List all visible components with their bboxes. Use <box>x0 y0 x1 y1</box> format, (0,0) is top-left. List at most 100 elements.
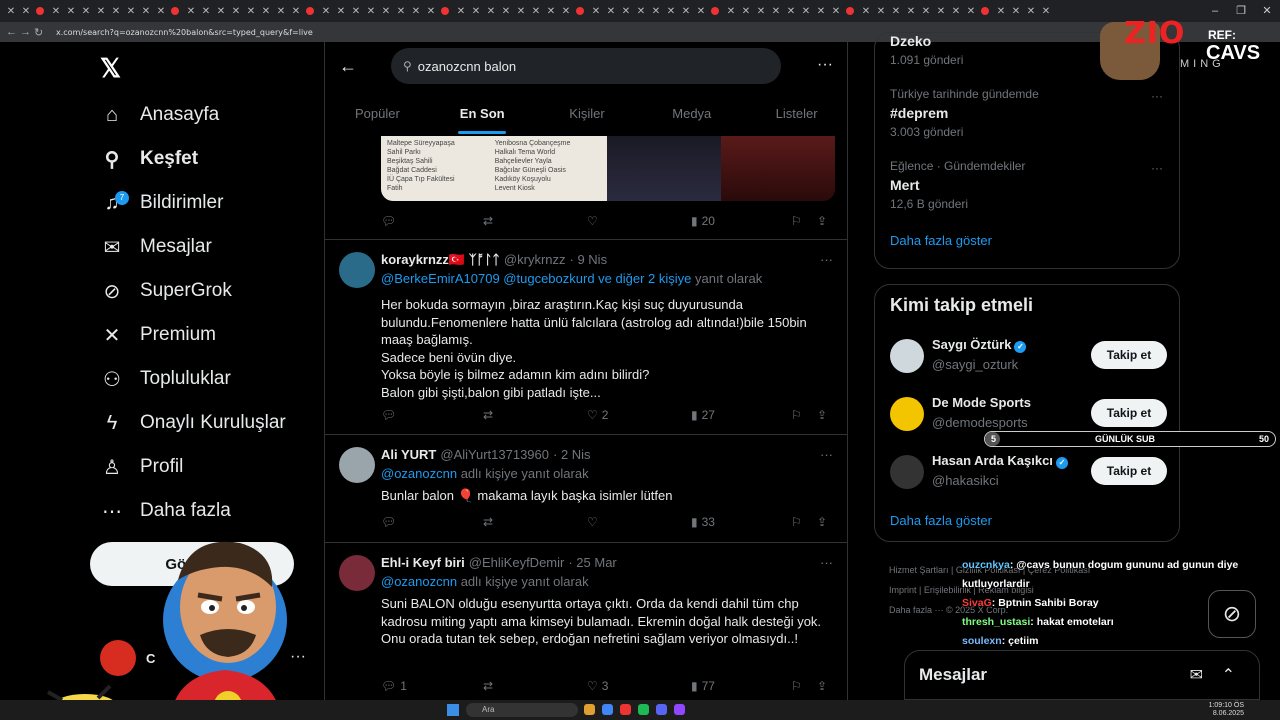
browser-tab[interactable]: ✕ <box>604 4 618 18</box>
browser-tab[interactable]: ✕ <box>874 4 888 18</box>
browser-tab[interactable] <box>709 4 723 18</box>
share-icon[interactable]: ⇪ <box>817 679 827 693</box>
follow-suggestion[interactable]: Saygı Öztürk ✓ @saygi_ozturk Takip et <box>890 337 1170 377</box>
browser-tab[interactable]: ✕ <box>259 4 273 18</box>
browser-tab[interactable]: ✕ <box>379 4 393 18</box>
follow-button[interactable]: Takip et <box>1091 457 1167 485</box>
search-input[interactable]: ⚲ ozanozcnn balon <box>391 48 781 84</box>
tweet-media[interactable]: Maltepe Süreyyapaşa Sahil Parkı Beşiktaş S… <box>381 136 835 201</box>
tweet[interactable]: koraykrnzz🇹🇷 ᛉᚩᛚᛏ @krykrnzz · 9 Nis ··· @Ber… <box>325 240 847 435</box>
tab-popüler[interactable]: Popüler <box>325 94 430 134</box>
author-handle[interactable]: @EhliKeyfDemir <box>469 555 565 570</box>
url-text[interactable]: x.com/search?q=ozanozcnn%20balon&src=typ… <box>56 28 313 37</box>
author-name[interactable]: Ehl-i Keyf biri <box>381 555 465 570</box>
sidebar-item-bildirimler[interactable]: ♫ 7 Bildirimler <box>100 183 223 223</box>
reply-icon[interactable]: 💬︎ <box>381 408 396 422</box>
sidebar-item-topluluklar[interactable]: ⚇ Topluluklar <box>100 359 231 399</box>
reply-icon[interactable]: 💬︎ <box>381 214 396 228</box>
views-icon[interactable]: ▮ 33 <box>691 515 715 529</box>
browser-tab[interactable]: ✕ <box>364 4 378 18</box>
browser-tab[interactable]: ✕ <box>199 4 213 18</box>
browser-tab[interactable] <box>844 4 858 18</box>
browser-tab[interactable]: ✕ <box>829 4 843 18</box>
browser-tab[interactable]: ✕ <box>334 4 348 18</box>
share-icon[interactable]: ⇪ <box>817 214 827 228</box>
spotify-icon[interactable] <box>638 704 649 715</box>
bookmark-icon[interactable]: ⚐ <box>791 515 802 529</box>
tab-listeler[interactable]: Listeler <box>744 94 847 134</box>
tweet-date[interactable]: · 25 Mar <box>568 555 616 570</box>
chrome-icon[interactable] <box>602 704 613 715</box>
follow-user-name[interactable]: De Mode Sports <box>932 395 1031 410</box>
browser-tab[interactable]: ✕ <box>769 4 783 18</box>
browser-tab[interactable]: ✕ <box>679 4 693 18</box>
bookmark-icon[interactable]: ⚐ <box>791 214 802 228</box>
browser-tab[interactable]: ✕ <box>484 4 498 18</box>
app-icon[interactable] <box>620 704 631 715</box>
more-dots-icon[interactable]: ··· <box>1151 89 1163 103</box>
back-nav-icon[interactable]: ← <box>6 26 20 38</box>
browser-tab[interactable]: ✕ <box>724 4 738 18</box>
follow-button[interactable]: Takip et <box>1091 399 1167 427</box>
browser-tab[interactable] <box>34 4 48 18</box>
messages-drawer[interactable]: Mesajlar ✉ ⌃ <box>904 650 1260 700</box>
account-switcher[interactable]: C ··· <box>100 640 306 676</box>
browser-tab[interactable]: ✕ <box>94 4 108 18</box>
browser-tab[interactable]: ✕ <box>19 4 33 18</box>
follow-suggestion[interactable]: Hasan Arda Kaşıkcı ✓ @hakasikci Takip et <box>890 453 1170 493</box>
views-icon[interactable]: ▮ 20 <box>691 214 715 228</box>
browser-tab[interactable]: ✕ <box>124 4 138 18</box>
reload-icon[interactable]: ↻ <box>34 26 48 39</box>
bookmark-icon[interactable]: ⚐ <box>791 679 802 693</box>
browser-tab[interactable]: ✕ <box>1009 4 1023 18</box>
tweet[interactable]: Ali YURT @AliYurt13713960 · 2 Nis ··· @ozano… <box>325 435 847 543</box>
avatar[interactable] <box>890 397 924 431</box>
grok-icon[interactable]: ⊘ <box>1208 590 1256 638</box>
browser-tab[interactable]: ✕ <box>499 4 513 18</box>
browser-tab[interactable]: ✕ <box>859 4 873 18</box>
sidebar-item-mesajlar[interactable]: ✉ Mesajlar <box>100 227 212 267</box>
browser-tab[interactable]: ✕ <box>64 4 78 18</box>
browser-tab[interactable]: ✕ <box>469 4 483 18</box>
sidebar-item-profil[interactable]: ♙ Profil <box>100 447 183 487</box>
browser-tab[interactable] <box>169 4 183 18</box>
browser-tab[interactable]: ✕ <box>664 4 678 18</box>
retweet-icon[interactable]: ⇄ <box>483 679 493 693</box>
browser-tab[interactable]: ✕ <box>949 4 963 18</box>
browser-tab[interactable]: ✕ <box>229 4 243 18</box>
views-icon[interactable]: ▮ 27 <box>691 408 715 422</box>
back-arrow-icon[interactable]: ← <box>339 56 357 77</box>
author-handle[interactable]: @krykrnzz <box>504 252 566 267</box>
browser-tab[interactable]: ✕ <box>514 4 528 18</box>
browser-tab[interactable]: ✕ <box>649 4 663 18</box>
browser-tab[interactable]: ✕ <box>694 4 708 18</box>
browser-tab[interactable]: ✕ <box>814 4 828 18</box>
browser-tab[interactable]: ✕ <box>139 4 153 18</box>
browser-tab[interactable]: ✕ <box>544 4 558 18</box>
browser-tab[interactable]: ✕ <box>994 4 1008 18</box>
browser-tab[interactable]: ✕ <box>79 4 93 18</box>
avatar[interactable] <box>339 555 375 591</box>
browser-tab[interactable]: ✕ <box>784 4 798 18</box>
browser-tab[interactable]: ✕ <box>739 4 753 18</box>
tab-medya[interactable]: Medya <box>639 94 744 134</box>
more-dots-icon[interactable]: ··· <box>820 252 833 267</box>
browser-tab[interactable]: ✕ <box>634 4 648 18</box>
more-dots-icon[interactable]: ··· <box>820 555 833 570</box>
browser-tab[interactable]: ✕ <box>934 4 948 18</box>
tab-kişiler[interactable]: Kişiler <box>535 94 640 134</box>
file-explorer-icon[interactable] <box>584 704 595 715</box>
like-icon[interactable]: ♡ 3 <box>587 679 608 693</box>
discord-icon[interactable] <box>656 704 667 715</box>
expand-icon[interactable]: ⌃ <box>1222 665 1235 685</box>
browser-tab[interactable]: ✕ <box>424 4 438 18</box>
author-handle[interactable]: @AliYurt13713960 <box>440 447 549 462</box>
browser-tab[interactable]: ✕ <box>454 4 468 18</box>
reply-mention[interactable]: @BerkeEmirA10709 @tugcebozkurd ve diğer … <box>381 271 691 286</box>
like-icon[interactable]: ♡ <box>587 515 598 529</box>
reply-icon[interactable]: 💬︎ <box>381 515 396 529</box>
twitch-icon[interactable] <box>674 704 685 715</box>
browser-tab[interactable]: ✕ <box>274 4 288 18</box>
follow-suggestion[interactable]: De Mode Sports @demodesports Takip et <box>890 395 1170 435</box>
like-icon[interactable]: ♡ <box>587 214 598 228</box>
